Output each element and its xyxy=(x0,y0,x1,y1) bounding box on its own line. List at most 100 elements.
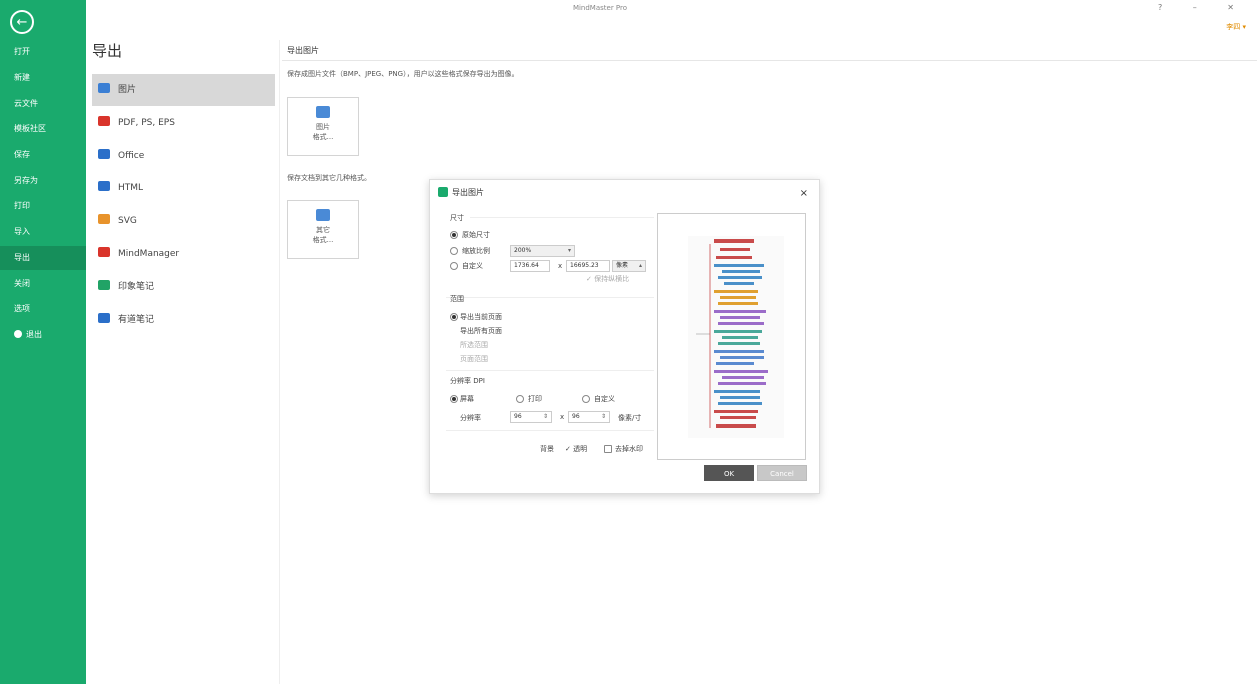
range-section-label: 范围 xyxy=(450,295,464,303)
zoom-label: 缩放比例 xyxy=(462,247,490,255)
card-line1: 其它 xyxy=(316,226,330,234)
back-button[interactable]: ← xyxy=(10,10,34,34)
svg-icon xyxy=(98,214,110,224)
zoom-value: 200% xyxy=(514,247,532,254)
checkbox-box xyxy=(604,445,612,453)
html-icon xyxy=(98,181,110,191)
res-print-radio[interactable] xyxy=(516,395,524,403)
office-icon xyxy=(98,149,110,159)
check-icon: ✓ xyxy=(565,445,574,453)
range-all-option[interactable]: 导出所有页面 xyxy=(460,326,502,336)
sidebar-item-print[interactable]: 打印 xyxy=(0,194,86,218)
sidebar-item-label: 退出 xyxy=(26,330,42,339)
remove-watermark-checkbox[interactable]: 去掉水印 xyxy=(604,444,643,454)
res-times-sign: x xyxy=(560,413,565,421)
dialog-title: 导出图片 xyxy=(452,188,484,197)
pdf-icon xyxy=(98,116,110,126)
sidebar-item-import[interactable]: 导入 xyxy=(0,220,86,244)
power-icon xyxy=(14,330,22,338)
card-line2: 格式... xyxy=(312,133,334,141)
stepper-icon[interactable]: ⇕ xyxy=(601,412,606,422)
times-sign: x xyxy=(558,262,563,270)
format-label: 图片 xyxy=(118,85,137,95)
resolution-separator xyxy=(446,370,654,371)
section-title: 导出图片 xyxy=(287,46,319,55)
user-badge[interactable]: 李四 ▾ xyxy=(1226,22,1246,32)
app-window: MindMaster Pro ? – ✕ 李四 ▾ ← 打开 新建 云文件 模板… xyxy=(0,0,1260,684)
dialog-title-bar: 导出图片 xyxy=(438,187,484,198)
background-checkbox[interactable]: 背景 xyxy=(540,444,554,454)
height-input[interactable]: 16695.23 xyxy=(566,260,610,272)
chevron-down-icon: ▴ xyxy=(638,262,642,269)
res-custom-label: 自定义 xyxy=(594,395,615,403)
format-svg[interactable]: SVG xyxy=(92,205,275,237)
format-label: 有道笔记 xyxy=(118,315,155,325)
evernote-icon xyxy=(98,280,110,290)
sidebar-item-open[interactable]: 打开 xyxy=(0,40,86,64)
sidebar-item-cloud[interactable]: 云文件 xyxy=(0,92,86,116)
transparent-label: 透明 xyxy=(573,445,588,453)
res-vertical-input[interactable]: 96 ⇕ xyxy=(568,411,610,423)
stepper-icon[interactable]: ⇕ xyxy=(543,412,548,422)
size-original-radio[interactable] xyxy=(450,231,458,239)
close-icon[interactable]: × xyxy=(800,188,808,199)
custom-size-label: 自定义 xyxy=(462,262,483,270)
format-label: SVG xyxy=(118,216,137,226)
image-format-card[interactable]: 图片 格式... xyxy=(287,97,359,156)
card-line1: 图片 xyxy=(316,123,330,131)
format-pdf[interactable]: PDF, PS, EPS xyxy=(92,107,275,139)
sidebar-item-new[interactable]: 新建 xyxy=(0,66,86,90)
format-label: PDF, PS, EPS xyxy=(118,118,175,128)
other-description: 保存文档到其它几种格式。 xyxy=(287,174,371,182)
format-image[interactable]: 图片 xyxy=(92,74,275,106)
custom-size-radio[interactable] xyxy=(450,262,458,270)
sidebar-item-save-as[interactable]: 另存为 xyxy=(0,169,86,193)
unit-value: 像素 xyxy=(616,262,629,269)
size-original-label: 原始尺寸 xyxy=(462,231,490,239)
range-separator xyxy=(446,297,654,298)
zoom-radio[interactable] xyxy=(450,247,458,255)
export-preview xyxy=(657,213,806,460)
unit-select[interactable]: 像素 ▴ xyxy=(612,260,646,272)
width-input[interactable]: 1736.64 xyxy=(510,260,550,272)
ok-button[interactable]: OK xyxy=(704,465,754,481)
image-icon xyxy=(98,83,110,93)
check-icon: ✓ xyxy=(586,275,595,283)
res-unit-label: 像素/寸 xyxy=(618,414,642,422)
sidebar-item-save[interactable]: 保存 xyxy=(0,143,86,167)
res-horizontal-input[interactable]: 96 ⇕ xyxy=(510,411,552,423)
keep-ratio-checkbox[interactable]: ✓ 保持纵横比 xyxy=(586,274,629,284)
sidebar-item-templates[interactable]: 模板社区 xyxy=(0,117,86,141)
other-format-card[interactable]: 其它 格式... xyxy=(287,200,359,259)
range-selected-option[interactable]: 所选范围 xyxy=(460,340,488,350)
image-description: 保存成图片文件（BMP、JPEG、PNG），用户以这些格式保存导出为图像。 xyxy=(287,70,519,78)
card-line2: 格式... xyxy=(312,236,334,244)
size-section-label: 尺寸 xyxy=(450,214,464,222)
youdao-icon xyxy=(98,313,110,323)
format-youdao[interactable]: 有道笔记 xyxy=(92,304,275,336)
format-evernote[interactable]: 印象笔记 xyxy=(92,271,275,303)
format-office[interactable]: Office xyxy=(92,140,275,172)
zoom-select[interactable]: 200% ▾ xyxy=(510,245,575,257)
format-mindmanager[interactable]: MindManager xyxy=(92,238,275,270)
res-print-label: 打印 xyxy=(528,395,542,403)
format-html[interactable]: HTML xyxy=(92,172,275,204)
window-controls[interactable]: ? – ✕ xyxy=(1158,3,1248,12)
transparent-checkbox[interactable]: ✓ 透明 xyxy=(565,444,587,454)
format-label: HTML xyxy=(118,183,144,193)
format-label: 印象笔记 xyxy=(118,282,155,292)
sidebar-item-close[interactable]: 关闭 xyxy=(0,272,86,296)
sidebar-item-options[interactable]: 选项 xyxy=(0,297,86,321)
panel-divider xyxy=(279,40,280,684)
sidebar-item-exit[interactable]: 退出 xyxy=(0,323,86,347)
range-pages-option[interactable]: 页面范围 xyxy=(460,354,488,364)
res-custom-radio[interactable] xyxy=(582,395,590,403)
dialog-app-icon xyxy=(438,187,448,197)
res-screen-radio[interactable] xyxy=(450,395,458,403)
cancel-button[interactable]: Cancel xyxy=(757,465,807,481)
res-horizontal-value: 96 xyxy=(514,413,522,420)
image-format-icon xyxy=(316,106,330,118)
resolution-section-label: 分辨率 DPI xyxy=(450,377,485,385)
range-current-radio[interactable] xyxy=(450,313,458,321)
sidebar-item-export[interactable]: 导出 xyxy=(0,246,86,270)
